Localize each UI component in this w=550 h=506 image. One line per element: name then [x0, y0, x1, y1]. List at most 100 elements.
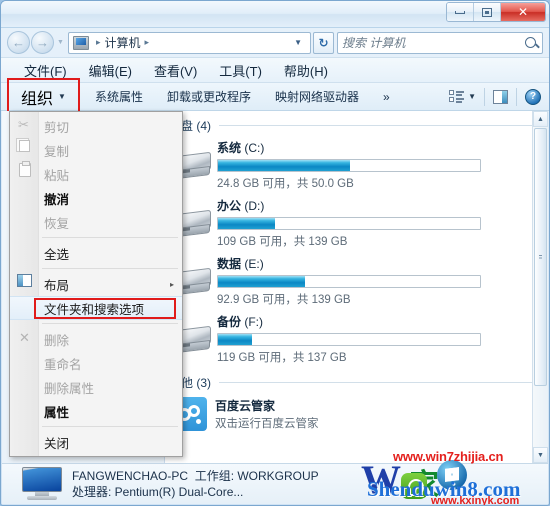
computer-icon [73, 35, 89, 50]
drive-row[interactable]: 数据 (E:) 92.9 GB 可用，共 139 GB [165, 252, 548, 310]
drive-name: 数据 (E:) [217, 255, 534, 272]
status-line-1: FANGWENCHAO-PC 工作组: WORKGROUP [72, 468, 319, 484]
address-bar: ← → ▼ ▸ 计算机 ▸ ▼ ↻ 搜索 计算机 [1, 28, 549, 57]
help-icon[interactable]: ? [525, 88, 541, 105]
menu-item-delete[interactable]: 删除 [10, 327, 182, 351]
drive-capacity-text: 109 GB 可用，共 139 GB [217, 236, 348, 248]
address-dropdown-icon[interactable]: ▼ [288, 38, 308, 47]
drive-letter: (C:) [244, 141, 265, 155]
vertical-scrollbar[interactable]: ▲ ▼ [532, 111, 548, 463]
drive-capacity-fill [218, 218, 275, 229]
close-button[interactable]: ✕ [501, 3, 545, 21]
menu-item-label: 重命名 [44, 357, 82, 372]
preview-pane-icon[interactable] [493, 89, 508, 104]
menu-item-paste[interactable]: 粘贴 [10, 161, 182, 186]
breadcrumb-item-computer[interactable]: 计算机 [105, 34, 141, 51]
minimize-icon [455, 10, 465, 14]
menu-file[interactable]: 文件(F) [13, 61, 78, 80]
list-item[interactable]: 百度云管家 双击运行百度云管家 [165, 393, 548, 435]
menu-item-properties[interactable]: 属性 [10, 399, 182, 423]
map-network-drive-button[interactable]: 映射网络驱动器 [263, 88, 371, 105]
drive-label: 办公 [217, 199, 242, 213]
title-bar: ✕ [1, 1, 549, 28]
processor-label: 处理器: Pentium(R) Dual-Core... [72, 485, 244, 499]
toolbar: 组织 ▼ 系统属性 卸载或更改程序 映射网络驱动器 » ▼ ? [1, 77, 549, 115]
drive-capacity-text: 24.8 GB 可用，共 50.0 GB [217, 178, 354, 190]
menu-item-select-all[interactable]: 全选 [10, 241, 182, 265]
drive-capacity-fill [218, 160, 351, 171]
drive-row[interactable]: 办公 (D:) 109 GB 可用，共 139 GB [165, 194, 548, 252]
chevron-right-icon: ▸ [169, 279, 174, 289]
search-icon [525, 37, 536, 48]
menu-item-label: 布局 [44, 278, 70, 293]
change-view-icon[interactable] [449, 90, 465, 103]
menu-item-label: 删除 [44, 333, 70, 348]
restore-icon [482, 7, 492, 17]
drive-row[interactable]: 系统 (C:) 24.8 GB 可用，共 50.0 GB [165, 136, 548, 194]
menu-item-label: 关闭 [44, 436, 70, 451]
menu-view[interactable]: 查看(V) [143, 61, 208, 80]
scroll-down-button[interactable]: ▼ [533, 447, 548, 463]
view-chevron-down-icon[interactable]: ▼ [468, 92, 476, 101]
menu-item-folder-and-search-options[interactable]: 文件夹和搜索选项 [10, 296, 182, 320]
organize-button[interactable]: 组织 ▼ [7, 77, 80, 115]
drive-row[interactable]: 备份 (F:) 119 GB 可用，共 137 GB [165, 310, 548, 368]
toolbar-overflow-button[interactable]: » [371, 90, 402, 104]
back-button[interactable]: ← [7, 31, 30, 54]
drive-label: 系统 [217, 141, 242, 155]
drive-name: 系统 (C:) [217, 139, 534, 156]
uninstall-program-button[interactable]: 卸载或更改程序 [155, 88, 263, 105]
computer-icon [20, 467, 66, 501]
drive-capacity-bar [217, 275, 481, 288]
drive-label: 备份 [217, 315, 242, 329]
paste-icon [19, 161, 31, 177]
menu-separator [42, 323, 178, 324]
status-bar: FANGWENCHAO-PC 工作组: WORKGROUP 处理器: Penti… [2, 463, 548, 504]
breadcrumb-bar[interactable]: ▸ 计算机 ▸ ▼ [68, 31, 311, 54]
menu-item-label: 撤消 [44, 192, 70, 207]
refresh-icon: ↻ [318, 35, 329, 50]
scrollbar-thumb[interactable] [534, 128, 547, 386]
menu-edit[interactable]: 编辑(E) [78, 61, 143, 80]
menu-item-layout[interactable]: 布局 ▸ [10, 272, 182, 296]
menu-item-label: 恢复 [44, 216, 70, 231]
drive-letter: (E:) [244, 257, 264, 271]
menu-item-close[interactable]: 关闭 [10, 430, 182, 454]
forward-button[interactable]: → [31, 31, 54, 54]
menu-item-undo[interactable]: 撤消 [10, 186, 182, 210]
refresh-button[interactable]: ↻ [313, 31, 334, 54]
drive-label: 数据 [217, 257, 242, 271]
menu-item-copy[interactable]: 复制 [10, 138, 182, 162]
toolbar-divider-3 [516, 87, 517, 106]
workgroup-label: 工作组: WORKGROUP [194, 468, 319, 483]
menu-item-rename[interactable]: 重命名 [10, 351, 182, 375]
copy-icon [16, 138, 30, 152]
drive-capacity-bar [217, 333, 481, 346]
organize-dropdown-menu: 剪切 复制 粘贴 撤消 恢复 全选 布局 ▸ 文件夹和搜索选项 [9, 111, 183, 457]
recent-pages-button[interactable]: ▼ [55, 39, 66, 46]
menu-separator [42, 426, 178, 427]
search-input[interactable]: 搜索 计算机 [342, 34, 525, 51]
menu-help[interactable]: 帮助(H) [273, 61, 339, 80]
restore-button[interactable] [474, 3, 501, 21]
system-properties-button[interactable]: 系统属性 [83, 88, 155, 105]
menu-item-redo[interactable]: 恢复 [10, 210, 182, 234]
menu-item-label: 删除属性 [44, 381, 95, 396]
menu-item-label: 属性 [44, 405, 70, 420]
scroll-up-button[interactable]: ▲ [533, 111, 548, 127]
menu-item-label: 文件夹和搜索选项 [44, 302, 145, 317]
search-box[interactable]: 搜索 计算机 [337, 31, 543, 54]
close-icon: ✕ [517, 5, 529, 19]
menu-item-remove-properties[interactable]: 删除属性 [10, 375, 182, 399]
drive-capacity-fill [218, 276, 305, 287]
delete-icon [17, 330, 33, 347]
breadcrumb-separator-trailing[interactable]: ▸ [141, 37, 154, 48]
drive-letter: (F:) [244, 315, 264, 329]
minimize-button[interactable] [447, 3, 474, 21]
menu-item-cut[interactable]: 剪切 [10, 114, 182, 138]
drive-capacity-text: 92.9 GB 可用，共 139 GB [217, 294, 351, 306]
drive-capacity-bar [217, 217, 481, 230]
back-icon: ← [12, 35, 25, 50]
chevron-down-icon: ▼ [58, 92, 66, 101]
menu-tools[interactable]: 工具(T) [208, 61, 273, 80]
